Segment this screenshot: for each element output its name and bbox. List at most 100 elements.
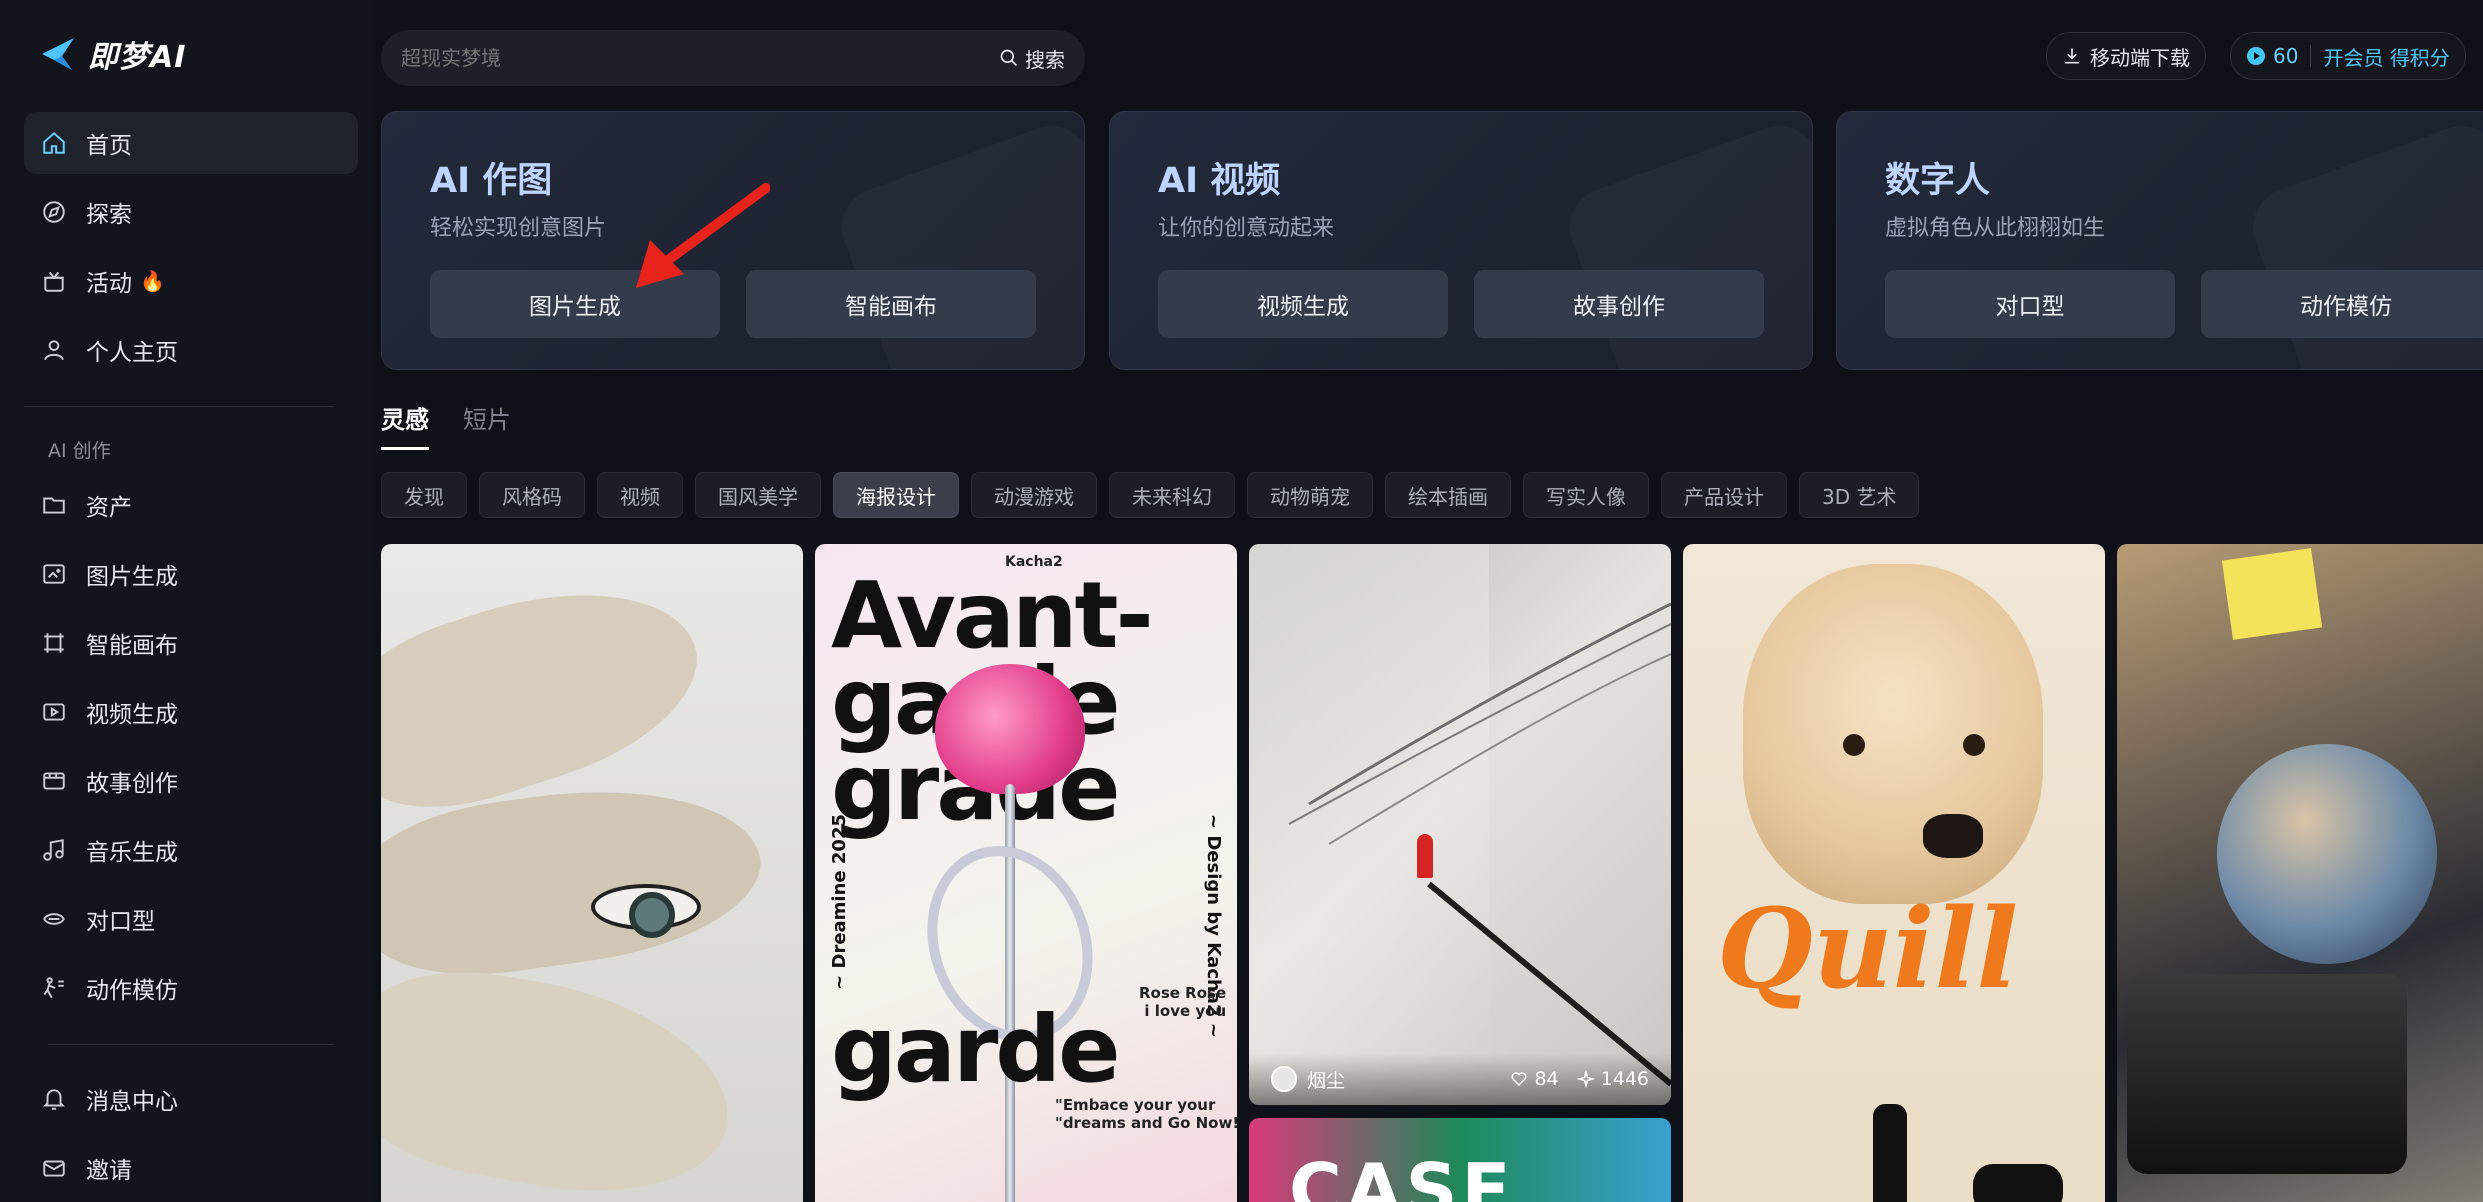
lipsync-button[interactable]: 对口型	[1885, 270, 2175, 338]
card-meta: 烟尘 84 1446	[1249, 1053, 1671, 1105]
video-gen-icon	[40, 698, 68, 726]
sidebar-item-label: 活动	[86, 271, 132, 297]
download-icon	[2065, 48, 2079, 64]
bell-icon	[40, 1085, 68, 1113]
gallery-card-paper-face[interactable]	[381, 544, 803, 1202]
sidebar-item-canvas[interactable]: 智能画布	[24, 612, 358, 674]
credit-coin-icon	[2247, 47, 2265, 65]
like-count: 84	[1534, 1068, 1559, 1090]
sidebar-item-label: 智能画布	[86, 633, 178, 659]
sidebar: 即梦AI 首页 探索 活动 🔥 个人主页 AI 创作 资产 图片生成 智能画布 …	[0, 0, 372, 1202]
app-logo[interactable]: 即梦AI	[38, 32, 186, 76]
dog-silhouette	[1973, 1164, 2063, 1202]
sidebar-item-label: 消息中心	[86, 1089, 178, 1115]
chip-sci-fi[interactable]: 未来科幻	[1109, 472, 1235, 518]
sidebar-item-music[interactable]: 音乐生成	[24, 819, 358, 881]
eye-illustration	[591, 884, 701, 938]
story-icon	[40, 767, 68, 795]
chip-video[interactable]: 视频	[597, 472, 683, 518]
gallery-card-collage[interactable]	[2117, 544, 2483, 1202]
gallery-card-quill-dog[interactable]: Quill	[1683, 544, 2105, 1202]
sidebar-item-home[interactable]: 首页	[24, 112, 358, 174]
sidebar-item-label: 个人主页	[86, 340, 178, 366]
dog-eye	[1963, 734, 1985, 756]
sidebar-item-image-gen[interactable]: 图片生成	[24, 543, 358, 605]
membership-link[interactable]: 开会员 得积分	[2323, 42, 2449, 71]
dog-illustration	[1743, 564, 2043, 904]
sidebar-item-activity[interactable]: 活动 🔥	[24, 250, 358, 312]
gallery-card-case-poster[interactable]: CASE	[1249, 1118, 1671, 1202]
story-creation-button[interactable]: 故事创作	[1474, 270, 1764, 338]
author-avatar[interactable]	[1271, 1066, 1297, 1092]
gallery-card-avant-garde-poster[interactable]: Kacha2 Avant- garde grade ~ Dreamine 202…	[815, 544, 1237, 1202]
chip-portrait[interactable]: 写实人像	[1523, 472, 1649, 518]
sidebar-item-invite[interactable]: 邀请	[24, 1137, 358, 1199]
chip-illustration[interactable]: 绘本插画	[1385, 472, 1511, 518]
card-subtitle: 轻松实现创意图片	[430, 216, 607, 241]
compass-icon	[40, 198, 68, 226]
quill-title: Quill	[1717, 884, 2019, 1013]
smart-canvas-button[interactable]: 智能画布	[746, 270, 1036, 338]
home-icon	[40, 129, 68, 157]
author-name[interactable]: 烟尘	[1307, 1066, 1345, 1093]
sidebar-item-messages[interactable]: 消息中心	[24, 1068, 358, 1130]
sidebar-item-motion[interactable]: 动作模仿	[24, 957, 358, 1019]
chip-pets[interactable]: 动物萌宠	[1247, 472, 1373, 518]
poster-quote: "Embace your your "dreams and Go Now!	[1055, 1096, 1237, 1132]
search-button[interactable]: 搜索	[999, 44, 1065, 73]
credits-value: 60	[2273, 44, 2299, 68]
search-button-label: 搜索	[1025, 47, 1065, 72]
sidebar-item-profile[interactable]: 个人主页	[24, 319, 358, 381]
sidebar-item-video-gen[interactable]: 视频生成	[24, 681, 358, 743]
search-icon	[1000, 49, 1018, 67]
credits-widget[interactable]: 60 开会员 得积分	[2230, 32, 2466, 80]
download-label: 移动端下载	[2090, 45, 2190, 70]
sidebar-item-label: 图片生成	[86, 564, 178, 590]
paper-fold-shape	[381, 552, 721, 836]
like-stat[interactable]: 84	[1510, 1068, 1559, 1090]
remix-stat[interactable]: 1446	[1576, 1068, 1649, 1090]
chip-anime-games[interactable]: 动漫游戏	[971, 472, 1097, 518]
card-title: AI 作图	[430, 161, 553, 201]
sidebar-item-label: 故事创作	[86, 771, 178, 797]
sidebar-item-story[interactable]: 故事创作	[24, 750, 358, 812]
train-illustration	[2127, 974, 2407, 1174]
chip-discover[interactable]: 发现	[381, 472, 467, 518]
motion-mimic-button[interactable]: 动作模仿	[2201, 270, 2483, 338]
sidebar-divider	[24, 406, 334, 407]
chip-style-code[interactable]: 风格码	[479, 472, 585, 518]
tab-inspiration[interactable]: 灵感	[381, 400, 429, 450]
chip-3d-art[interactable]: 3D 艺术	[1799, 472, 1920, 518]
dog-nose	[1923, 814, 1983, 858]
sand-lines	[1288, 602, 1671, 1087]
lipsync-icon	[40, 905, 68, 933]
chip-product-design[interactable]: 产品设计	[1661, 472, 1787, 518]
video-gen-button[interactable]: 视频生成	[1158, 270, 1448, 338]
feature-card-ai-video: AI 视频 让你的创意动起来 视频生成 故事创作	[1109, 111, 1813, 370]
section-label-ai-creation: AI 创作	[48, 440, 111, 462]
sidebar-item-assets[interactable]: 资产	[24, 474, 358, 536]
chip-guofeng[interactable]: 国风美学	[695, 472, 821, 518]
planet-illustration	[2217, 744, 2437, 964]
sidebar-item-explore[interactable]: 探索	[24, 181, 358, 243]
fire-icon: 🔥	[140, 269, 165, 293]
tab-shorts[interactable]: 短片	[463, 400, 511, 450]
motion-icon	[40, 974, 68, 1002]
sidebar-item-label: 探索	[86, 202, 132, 228]
mobile-download-button[interactable]: 移动端下载	[2046, 32, 2206, 80]
bottom-nav: 消息中心 邀请	[24, 1068, 358, 1202]
sidebar-item-label: 视频生成	[86, 702, 178, 728]
man-silhouette	[1873, 1104, 1907, 1202]
canvas-icon	[40, 629, 68, 657]
chip-poster-design[interactable]: 海报设计	[833, 472, 959, 518]
rose-illustration	[935, 664, 1085, 794]
gallery-card-woman-shadow[interactable]: 烟尘 84 1446	[1249, 544, 1671, 1105]
sidebar-item-label: 邀请	[86, 1158, 132, 1184]
sidebar-item-label: 首页	[86, 133, 132, 159]
card-title: 数字人	[1885, 161, 1991, 201]
invite-icon	[40, 1154, 68, 1182]
paper-fold-shape	[381, 952, 746, 1202]
sidebar-item-lipsync[interactable]: 对口型	[24, 888, 358, 950]
card-subtitle: 让你的创意动起来	[1158, 216, 1335, 241]
search-input[interactable]	[401, 46, 999, 70]
